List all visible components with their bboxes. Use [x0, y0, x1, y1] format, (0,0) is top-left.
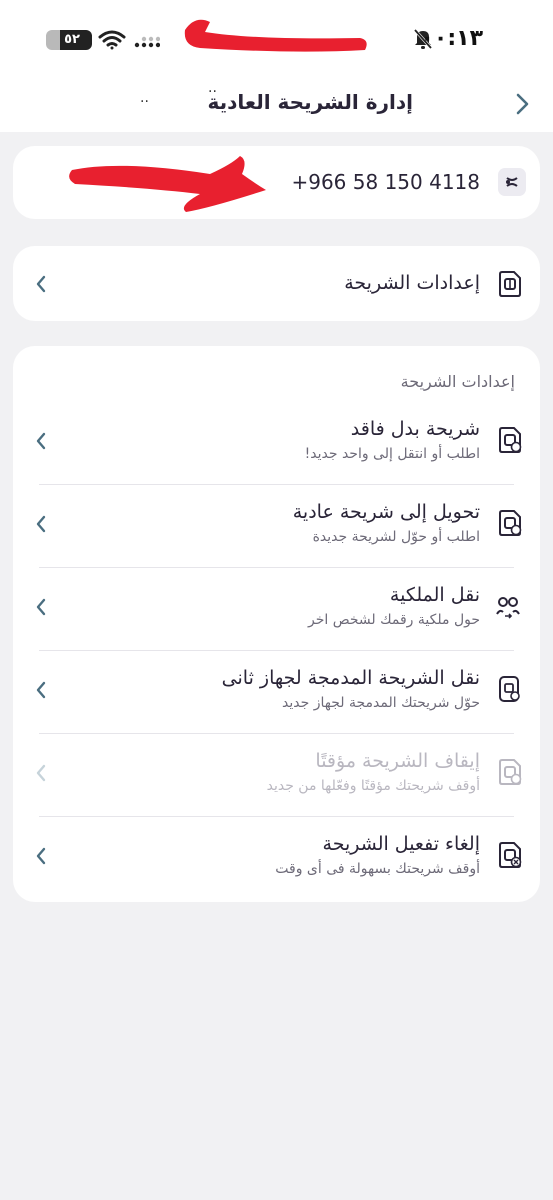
chevron-left-icon: [36, 432, 46, 450]
list-item-title: تحويل إلى شريحة عادية: [292, 501, 480, 523]
sim-card-icon: [499, 427, 522, 453]
sim-settings-list: إعدادات الشريحة شريحة بدل فاقد اطلب أو ا…: [13, 346, 540, 902]
divider: [39, 650, 514, 651]
chevron-left-icon: [36, 764, 46, 782]
list-item-subtitle: أوقف شريحتك مؤقتًا وفعّلها من جديد: [266, 778, 480, 794]
back-button[interactable]: [515, 92, 531, 116]
chevron-left-icon: [36, 515, 46, 533]
list-item-convert-sim[interactable]: تحويل إلى شريحة عادية اطلب أو حوّل لشريح…: [13, 491, 540, 574]
esim-device-icon: [499, 676, 520, 702]
sim-settings-link[interactable]: إعدادات الشريحة: [13, 246, 540, 321]
sim-card-icon: [499, 510, 522, 536]
list-item-transfer-esim[interactable]: نقل الشريحة المدمجة لجهاز ثانى حوّل شريح…: [13, 657, 540, 740]
chevron-left-icon: [36, 598, 46, 616]
redacted-text-dots: ..: [140, 90, 149, 106]
list-item-subtitle: حول ملكية رقمك لشخص اخر: [307, 612, 480, 628]
redaction-arrow-mark: [184, 19, 367, 52]
page-title: إدارة الشريحة العادية: [207, 90, 414, 114]
chevron-left-icon: [36, 681, 46, 699]
list-item-suspend-sim: إيقاف الشريحة مؤقتًا أوقف شريحتك مؤقتًا …: [13, 740, 540, 823]
phone-number: +966 58 150 4118: [291, 170, 480, 194]
sim-settings-label: إعدادات الشريحة: [344, 272, 480, 294]
battery-indicator: ٥٢: [46, 30, 92, 50]
chevron-left-icon: [36, 847, 46, 865]
divider: [39, 567, 514, 568]
list-item-subtitle: اطلب أو حوّل لشريحة جديدة: [312, 529, 480, 545]
sim-badge: [498, 168, 526, 196]
wifi-icon: [98, 30, 126, 50]
section-heading: إعدادات الشريحة: [400, 372, 515, 391]
chevron-left-icon: [36, 275, 46, 293]
list-item-subtitle: حوّل شريحتك المدمجة لجهاز جديد: [282, 695, 480, 711]
list-item-subtitle: أوقف شريحتك بسهولة فى أى وقت: [275, 861, 480, 877]
sim-card-icon: [499, 271, 521, 297]
list-item-title: نقل الملكية: [389, 584, 480, 606]
list-item-title: إلغاء تفعيل الشريحة: [322, 833, 480, 855]
status-time: ٠٠:١٣: [420, 26, 483, 51]
redaction-scribble-mark: [69, 156, 266, 212]
divider: [39, 484, 514, 485]
sim-cancel-icon: [499, 842, 522, 868]
status-bar: ٥٢ ٠٠:١٣: [0, 0, 553, 80]
transfer-ownership-icon: [496, 597, 520, 619]
sim-pause-icon: [499, 759, 522, 785]
list-item-title: نقل الشريحة المدمجة لجهاز ثانى: [221, 667, 480, 689]
list-item-title: إيقاف الشريحة مؤقتًا: [315, 750, 480, 772]
list-item-deactivate-sim[interactable]: إلغاء تفعيل الشريحة أوقف شريحتك بسهولة ف…: [13, 823, 540, 906]
sim-type-icon: [506, 177, 518, 187]
divider: [39, 733, 514, 734]
list-item-lost-sim[interactable]: شريحة بدل فاقد اطلب أو انتقل إلى واحد جد…: [13, 408, 540, 491]
list-item-subtitle: اطلب أو انتقل إلى واحد جديد!: [304, 446, 480, 462]
page-header: .. ·· إدارة الشريحة العادية: [0, 80, 553, 132]
signal-icon: [134, 36, 160, 48]
list-item-transfer-ownership[interactable]: نقل الملكية حول ملكية رقمك لشخص اخر: [13, 574, 540, 657]
divider: [39, 816, 514, 817]
list-item-title: شريحة بدل فاقد: [350, 418, 480, 440]
